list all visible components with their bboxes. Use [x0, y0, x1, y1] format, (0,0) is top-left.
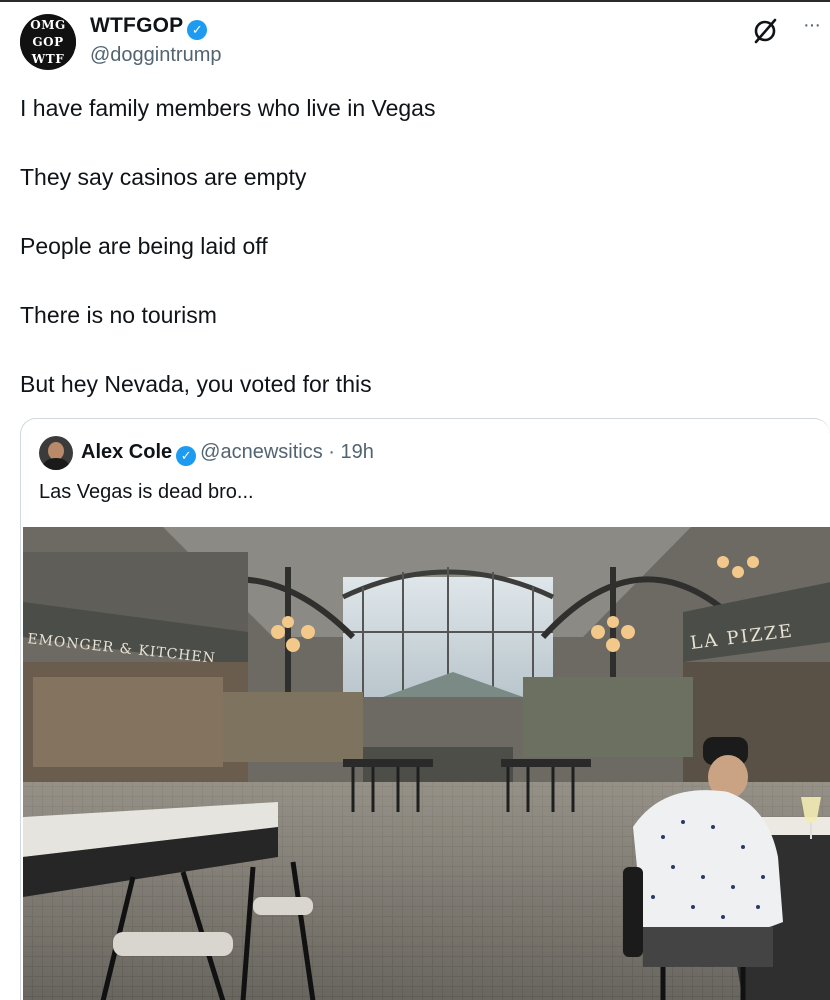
grok-icon[interactable] — [752, 18, 778, 44]
tweet-line: There is no tourism — [20, 302, 217, 328]
avatar[interactable]: OMG GOP WTF — [20, 14, 76, 70]
quoted-avatar-body — [43, 458, 69, 470]
verified-badge-icon: ✓ — [187, 20, 208, 40]
quoted-header: Alex Cole ✓ @acnewsitics · 19h — [81, 441, 374, 466]
avatar-text-line-1: OMG — [20, 18, 76, 32]
quoted-verified-badge-icon: ✓ — [176, 446, 197, 466]
more-options-icon[interactable]: ··· — [803, 14, 821, 37]
author-name-row[interactable]: WTFGOP ✓ — [90, 14, 208, 40]
quoted-display-name[interactable]: Alex Cole — [81, 441, 172, 463]
tweet-line: I have family members who live in Vegas — [20, 95, 436, 121]
quoted-photo[interactable]: EMONGER & KITCHEN LA PIZZE — [23, 527, 830, 1000]
tweet-line: People are being laid off — [20, 233, 268, 259]
tweet-line: They say casinos are empty — [20, 164, 307, 190]
food-hall-illustration: EMONGER & KITCHEN LA PIZZE — [23, 527, 830, 1000]
tweet-header: OMG GOP WTF WTFGOP ✓ @doggintrump ··· — [20, 12, 821, 72]
author-display-name[interactable]: WTFGOP — [90, 14, 183, 37]
avatar-text-line-3: WTF — [20, 52, 76, 66]
quoted-tweet-card[interactable]: Alex Cole ✓ @acnewsitics · 19h Las Vegas i… — [20, 418, 830, 1000]
top-divider — [0, 0, 830, 2]
avatar-text-line-2: GOP — [20, 35, 76, 49]
quoted-handle-time: @acnewsitics · 19h — [200, 441, 374, 463]
tweet-line: But hey Nevada, you voted for this — [20, 371, 372, 397]
author-handle[interactable]: @doggintrump — [90, 44, 221, 67]
quoted-avatar[interactable] — [39, 436, 73, 470]
quoted-text: Las Vegas is dead bro... — [39, 481, 254, 503]
